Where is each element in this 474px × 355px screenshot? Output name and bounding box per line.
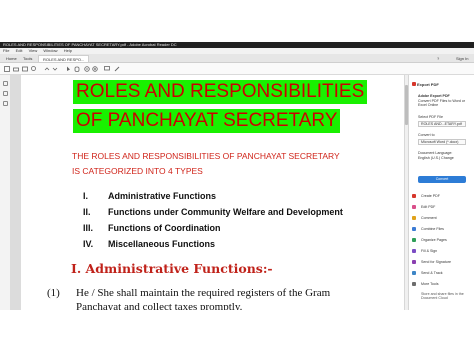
tool-create-pdf[interactable]: Create PDF [412, 191, 474, 201]
tab-tools[interactable]: Tools [19, 55, 36, 62]
document-canvas: ROLES AND RESPONSIBILITIES OF PANCHAYAT … [11, 75, 404, 310]
help-icon[interactable]: ? [437, 55, 439, 62]
tool-more-tools[interactable]: More Tools [412, 279, 474, 289]
send-for-signature-icon [412, 260, 416, 264]
tools-pane: Export PDF Adobe Export PDF Convert PDF … [408, 75, 474, 310]
comment-tool-icon [412, 216, 416, 220]
edit-pdf-icon [412, 205, 416, 209]
tool-organize-pages[interactable]: Organize Pages [412, 235, 474, 245]
format-select[interactable]: Microsoft Word (*.docx) [418, 139, 466, 145]
menu-view[interactable]: View [29, 48, 38, 53]
convert-to-label: Convert to [418, 133, 435, 137]
paragraph-line2: Panchayat and collect taxes promptly. [76, 301, 243, 310]
page-thumbnails-icon[interactable] [3, 81, 8, 86]
selected-file-field[interactable]: ROLES AND...ETARY.pdf [418, 121, 466, 127]
hand-tool-icon[interactable] [74, 66, 80, 72]
send-track-icon [412, 271, 416, 275]
paragraph-line1: He / She shall maintain the required reg… [76, 287, 331, 299]
pen-icon[interactable] [114, 66, 120, 72]
service-title: Adobe Export PDF [418, 94, 450, 98]
document-heading-line1: ROLES AND RESPONSIBILITIES [73, 80, 368, 104]
document-language-label: Document Language: [418, 151, 453, 155]
sign-in-button[interactable]: Sign In [456, 55, 468, 62]
subheading-line1: THE ROLES AND RESPONSIBILITIES OF PANCHA… [72, 151, 340, 161]
toolbar [0, 63, 474, 75]
tool-fill-sign[interactable]: Fill & Sign [412, 246, 474, 256]
pdf-page: ROLES AND RESPONSIBILITIES OF PANCHAYAT … [21, 75, 404, 310]
export-pdf-icon [412, 82, 416, 86]
create-pdf-icon [412, 194, 416, 198]
organize-pages-icon [412, 238, 416, 242]
tool-comment[interactable]: Comment [412, 213, 474, 223]
convert-button[interactable]: Convert [418, 176, 466, 183]
combine-files-icon [412, 227, 416, 231]
menu-window[interactable]: Window [43, 48, 57, 53]
fill-sign-icon [412, 249, 416, 253]
bookmarks-icon[interactable] [3, 91, 8, 96]
section-title-administrative: I. Administrative Functions:- [71, 261, 273, 276]
document-cloud-note: Store and share files in the Document Cl… [421, 292, 464, 300]
prev-page-icon[interactable] [44, 66, 50, 72]
menu-file[interactable]: File [3, 48, 9, 53]
comment-icon[interactable] [104, 66, 110, 72]
export-pdf-title[interactable]: Export PDF [417, 82, 439, 87]
tab-document[interactable]: ROLES AND RESPO... [38, 55, 90, 62]
zoom-in-icon[interactable] [92, 66, 98, 72]
tool-send-for-signature[interactable]: Send for Signature [412, 257, 474, 267]
tool-combine-files[interactable]: Combine Files [412, 224, 474, 234]
menu-help[interactable]: Help [64, 48, 72, 53]
menu-edit[interactable]: Edit [16, 48, 23, 53]
navigation-rail [0, 75, 11, 310]
more-tools-icon [412, 282, 416, 286]
next-page-icon[interactable] [52, 66, 58, 72]
service-description: Convert PDF Files to Word or Excel Onlin… [418, 99, 466, 107]
print-icon[interactable] [13, 66, 19, 72]
attachments-icon[interactable] [3, 101, 8, 106]
subheading-line2: IS CATEGORIZED INTO 4 TYPES [72, 166, 203, 176]
select-cursor-icon[interactable] [66, 66, 72, 72]
tab-bar: Home Tools ROLES AND RESPO... ? Sign In [0, 54, 474, 63]
document-heading-line2: OF PANCHAYAT SECRETARY [73, 109, 341, 133]
tool-send-track[interactable]: Send & Track [412, 268, 474, 278]
tab-home[interactable]: Home [2, 55, 21, 62]
save-icon[interactable] [4, 66, 10, 72]
paragraph-number: (1) [47, 287, 60, 299]
document-language-value[interactable]: English (U.S.) Change [418, 156, 454, 160]
email-icon[interactable] [22, 66, 28, 72]
search-icon[interactable] [31, 66, 37, 72]
select-file-label: Select PDF File [418, 115, 443, 119]
zoom-out-icon[interactable] [84, 66, 90, 72]
tool-edit-pdf[interactable]: Edit PDF [412, 202, 474, 212]
